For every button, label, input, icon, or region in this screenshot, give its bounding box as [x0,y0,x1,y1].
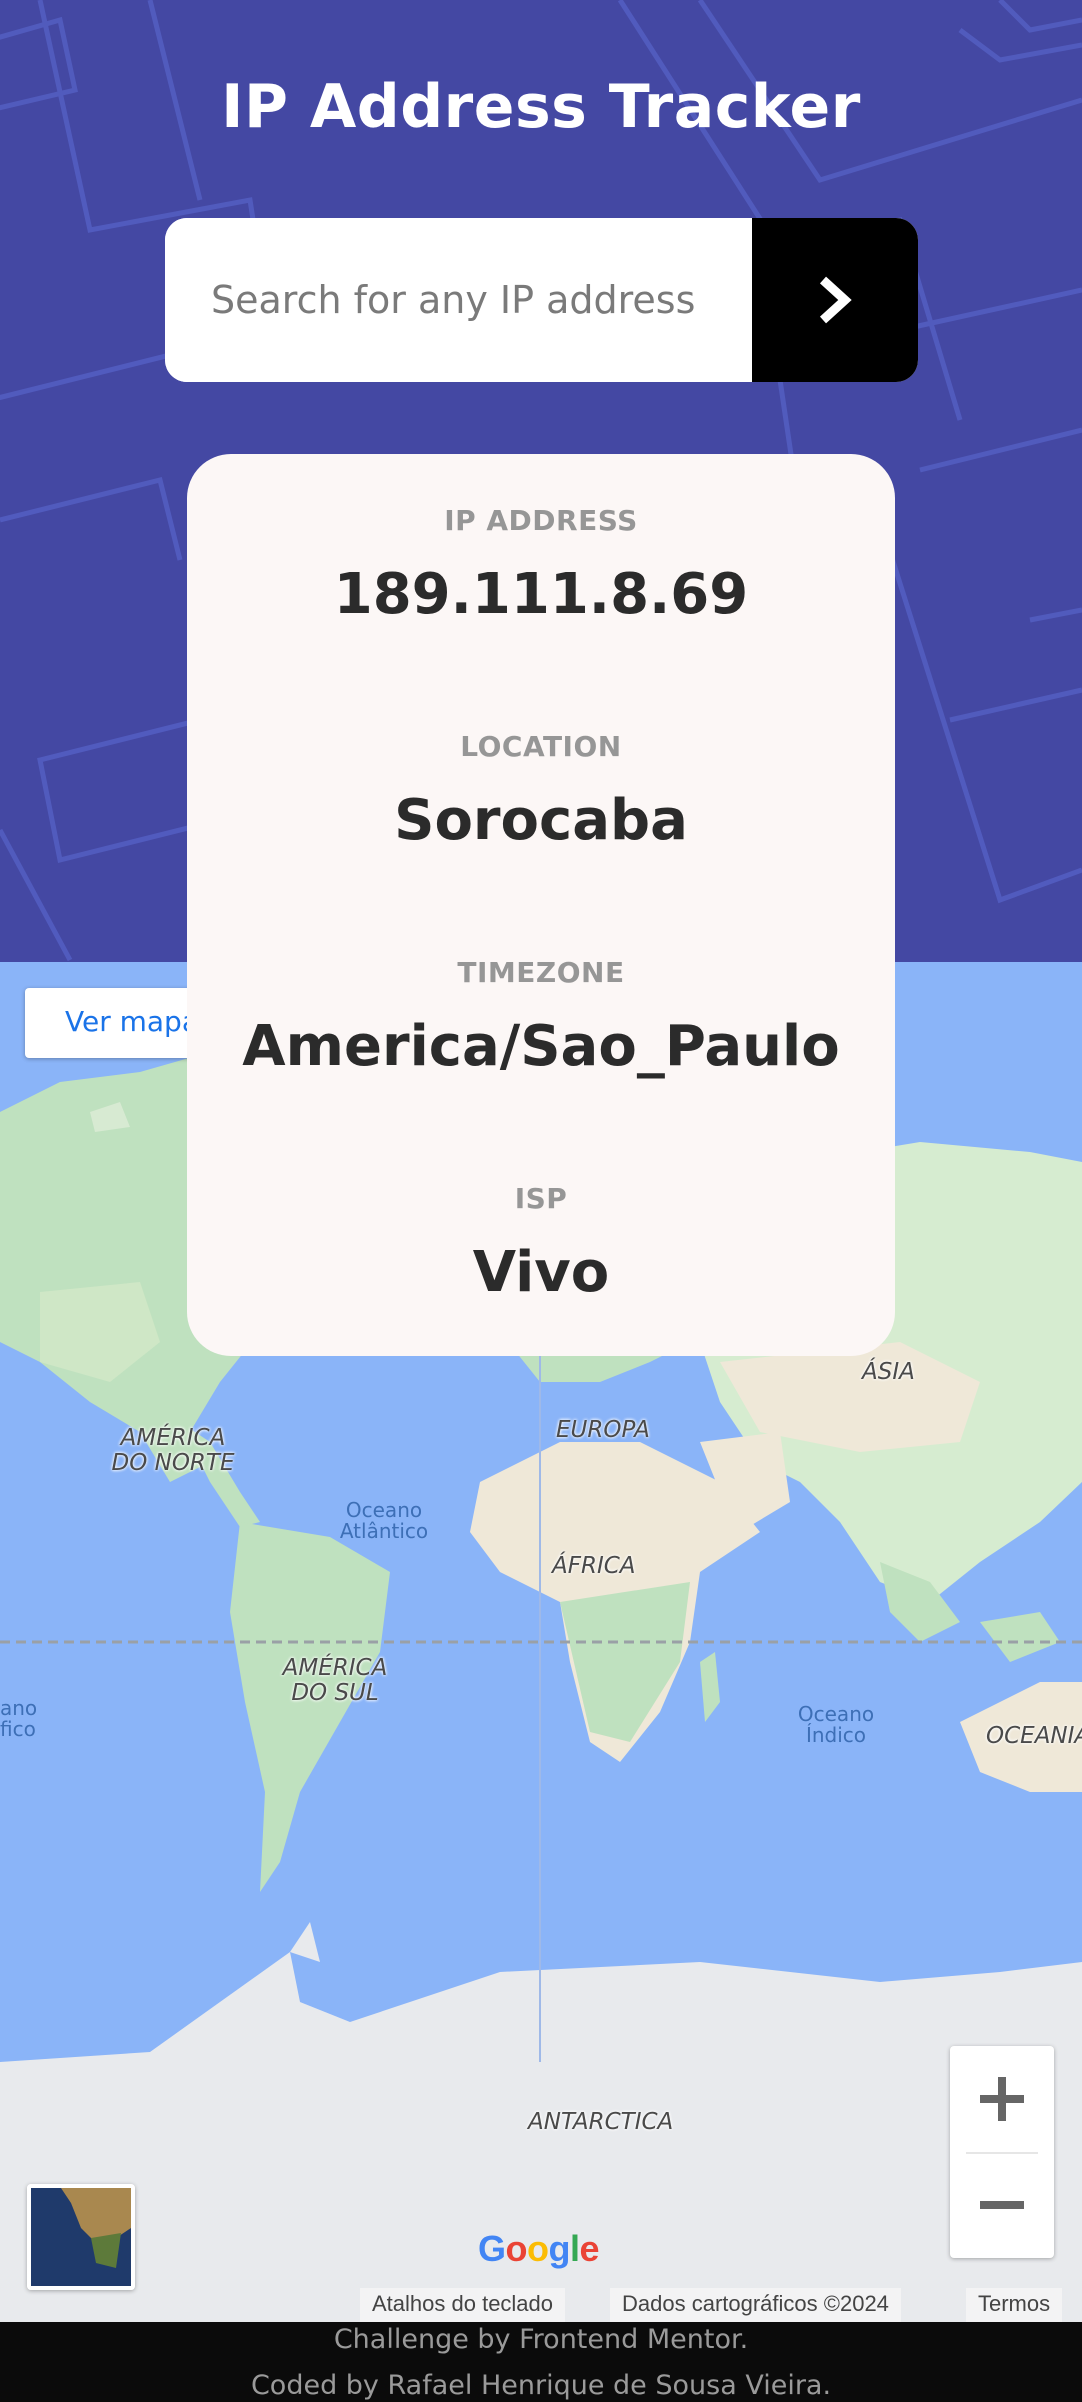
map-label-atlantic: Oceano Atlântico [339,1498,429,1543]
footer-challenge-text: Challenge by Frontend Mentor. [333,2324,749,2355]
map-label-north-america: AMÉRICA DO NORTE [111,1425,235,1477]
map-label-africa: ÁFRICA [552,1553,636,1579]
search-submit-button[interactable] [752,218,918,382]
isp-value: Vivo [472,1240,610,1305]
zoom-controls [950,2046,1054,2258]
isp-label: ISP [514,1182,568,1215]
zoom-in-button[interactable] [950,2046,1054,2152]
map-label-pacific-partial: ano fico [0,1696,38,1741]
google-logo: Google [478,2228,600,2269]
ip-address-label: IP ADDRESS [444,504,638,537]
footer-coded-by-text: Coded by Rafael Henrique de Sousa Vieira… [250,2370,832,2401]
satellite-thumbnail-icon [31,2188,131,2286]
timezone-label: TIMEZONE [457,956,625,989]
page-title: IP Address Tracker [221,72,861,142]
ip-search-input[interactable] [165,218,752,382]
chevron-right-icon [819,276,852,324]
plus-icon [980,2077,1024,2121]
location-label: LOCATION [460,730,622,763]
ip-address-value: 189.111.8.69 [333,562,749,627]
map-label-oceania: OCEANIA [986,1723,1082,1749]
search-bar [165,218,918,382]
location-value: Sorocaba [394,788,688,853]
zoom-separator [966,2152,1038,2154]
map-data-attribution: Dados cartográficos ©2024 [610,2288,901,2322]
timezone-value: America/Sao_Paulo [242,1014,840,1079]
map-label-europe: EUROPA [556,1417,650,1443]
satellite-toggle[interactable] [27,2184,135,2290]
map-label-asia: ÁSIA [862,1359,915,1385]
map-label-indian: Oceano Índico [797,1702,875,1747]
zoom-out-button[interactable] [950,2152,1054,2258]
terms-link[interactable]: Termos [966,2288,1063,2322]
map-label-south-america: AMÉRICA DO SUL [282,1655,388,1707]
attribution-footer: Challenge by Frontend Mentor. Coded by R… [0,2322,1082,2402]
minus-icon [980,2201,1024,2209]
map-label-antarctica: ANTARCTICA [528,2109,674,2135]
ip-info-card: IP ADDRESS 189.111.8.69 LOCATION Sorocab… [187,454,895,1356]
keyboard-shortcuts-link[interactable]: Atalhos do teclado [360,2288,566,2322]
